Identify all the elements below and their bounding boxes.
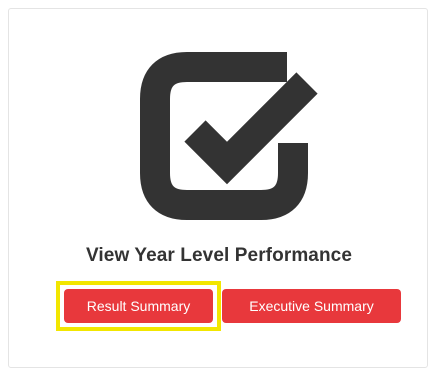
panel-title: View Year Level Performance [85,245,353,266]
checkbox-check-icon [137,45,327,220]
year-level-performance-card: View Year Level Performance Result Summa… [8,8,428,368]
result-summary-button[interactable]: Result Summary [64,289,213,323]
executive-summary-button[interactable]: Executive Summary [222,289,401,323]
